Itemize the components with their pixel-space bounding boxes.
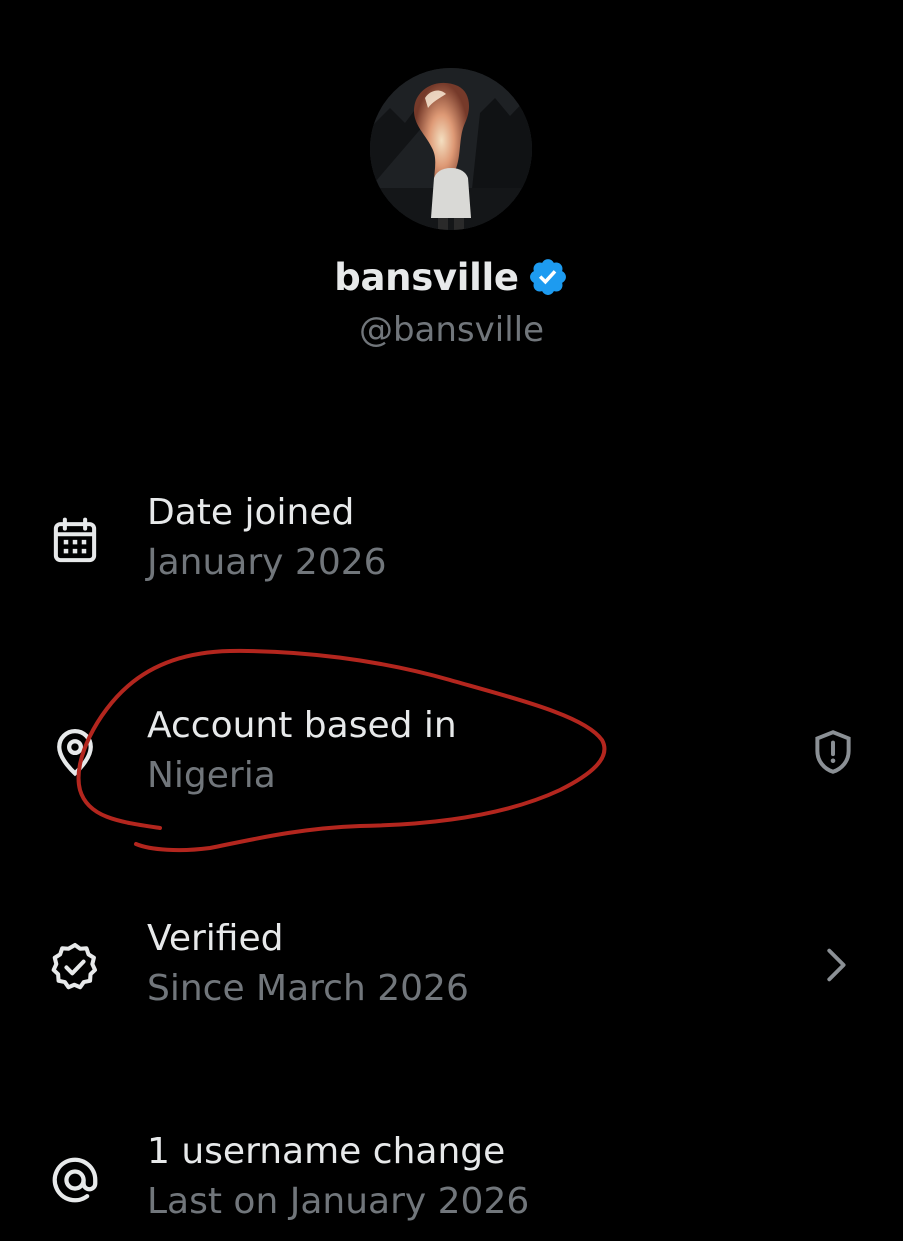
chevron-right-icon[interactable] [812, 940, 862, 990]
username-changes-value: Last on January 2026 [147, 1181, 530, 1222]
detail-row-date-joined: Date joined January 2026 [0, 492, 903, 602]
date-joined-label: Date joined [147, 492, 355, 533]
detail-row-account-based: Account based in Nigeria [0, 705, 903, 815]
display-name: bansville [334, 255, 519, 299]
location-pin-icon [48, 725, 102, 779]
detail-row-username-changes: 1 username change Last on January 2026 [0, 1131, 903, 1241]
account-based-value: Nigeria [147, 755, 276, 796]
profile-avatar[interactable] [370, 68, 532, 230]
detail-row-verified[interactable]: Verified Since March 2026 [0, 918, 903, 1028]
shield-alert-icon[interactable] [808, 727, 858, 777]
date-joined-value: January 2026 [147, 542, 387, 583]
at-sign-icon [48, 1153, 102, 1207]
username-changes-label: 1 username change [147, 1131, 506, 1172]
verified-check-icon [48, 940, 102, 994]
verified-label: Verified [147, 918, 284, 959]
profile-name-row: bansville [0, 252, 903, 302]
verified-value: Since March 2026 [147, 968, 469, 1009]
profile-handle: @bansville [358, 310, 545, 350]
account-based-label: Account based in [147, 705, 457, 746]
verified-badge-icon [527, 256, 569, 298]
calendar-icon [48, 514, 102, 568]
